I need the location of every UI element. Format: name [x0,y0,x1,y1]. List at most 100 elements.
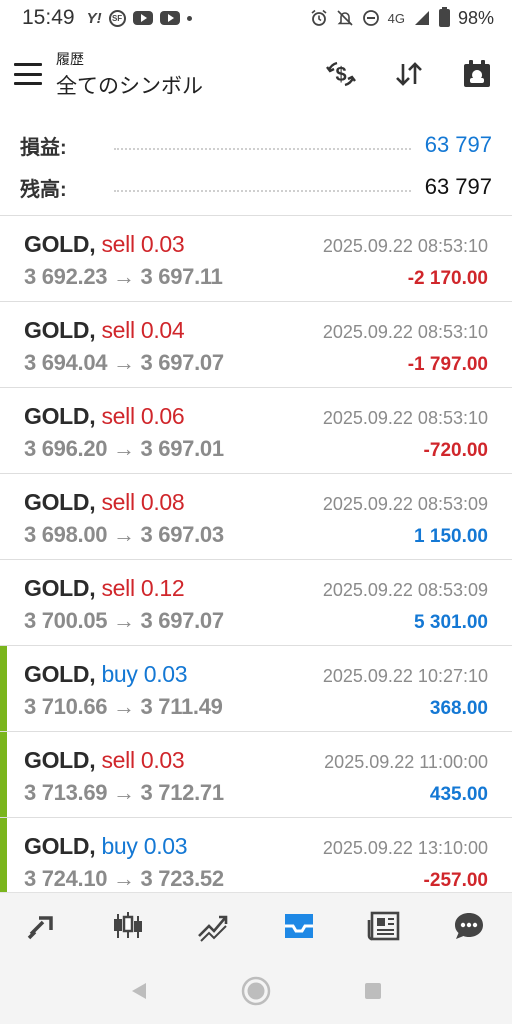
network-label: 4G [387,10,405,26]
menu-icon[interactable] [14,63,42,85]
trade-symbol: GOLD, [24,575,96,601]
trade-title: GOLD, sell 0.06 [24,403,185,430]
trade-prices: 3 696.20 → 3 697.01 [24,436,224,461]
alarm-icon [310,9,328,27]
system-navigation [0,958,512,1024]
trade-prices: 3 710.66 → 3 711.49 [24,694,223,719]
trade-side: sell 0.03 [101,231,185,257]
trade-title: GOLD, buy 0.03 [24,661,188,688]
trade-title: GOLD, sell 0.04 [24,317,185,344]
trade-row[interactable]: GOLD, sell 0.04 3 694.04 → 3 697.07 2025… [0,301,512,387]
youtube-icon [132,11,153,25]
trade-side: buy 0.03 [101,833,188,859]
trade-datetime: 2025.09.22 08:53:10 [322,322,488,342]
trade-side: sell 0.04 [101,317,185,343]
trade-datetime: 2025.09.22 08:53:10 [322,408,488,428]
trade-prices: 3 694.04 → 3 697.07 [24,350,224,375]
quotes-icon[interactable] [21,904,65,948]
back-icon[interactable] [119,971,159,1011]
trade-side: sell 0.08 [101,489,185,515]
trade-datetime: 2025.09.22 08:53:09 [322,580,488,600]
app-bar: 履歴 全てのシンボル $ [0,36,512,112]
history-icon[interactable] [277,904,321,948]
recents-icon[interactable] [353,971,393,1011]
messages-icon[interactable] [447,904,491,948]
account-summary: 損益: 63 797 残高: 63 797 [0,124,512,208]
trade-icon[interactable] [191,904,235,948]
trade-title: GOLD, sell 0.03 [24,231,185,258]
trade-prices: 3 700.05 → 3 697.07 [24,608,224,633]
trade-row[interactable]: GOLD, sell 0.03 3 692.23 → 3 697.11 2025… [0,215,512,301]
profit-value: 63 797 [424,132,492,157]
profit-label: 損益: [20,136,67,159]
trade-side: sell 0.12 [101,575,185,601]
trade-profit: -2 170.00 [407,268,488,289]
trade-prices: 3 692.23 → 3 697.11 [24,264,223,289]
trade-datetime: 2025.09.22 08:53:10 [322,236,488,256]
trade-row[interactable]: GOLD, sell 0.06 3 696.20 → 3 697.01 2025… [0,387,512,473]
balance-label: 残高: [20,178,67,201]
trade-symbol: GOLD, [24,231,96,257]
trade-profit: 435.00 [429,784,488,805]
trade-side: buy 0.03 [101,661,188,687]
trade-title: GOLD, sell 0.03 [24,747,185,774]
dotted-leader [114,148,411,150]
trade-symbol: GOLD, [24,403,96,429]
bottom-navigation [0,892,512,958]
dotted-leader [114,190,411,192]
sf-icon: SF [108,9,126,27]
youtube-icon [159,11,180,25]
trade-title: GOLD, sell 0.12 [24,575,185,602]
news-icon[interactable] [362,904,406,948]
battery-icon [438,7,450,27]
trade-profit: -257.00 [423,870,488,891]
balance-row: 残高: 63 797 [0,166,512,208]
trade-row[interactable]: GOLD, buy 0.03 3 724.10 → 3 723.52 2025.… [0,817,512,903]
trade-title: GOLD, sell 0.08 [24,489,185,516]
svg-text:$: $ [335,64,346,86]
trade-row[interactable]: GOLD, sell 0.03 3 713.69 → 3 712.71 2025… [0,731,512,817]
sort-icon[interactable] [392,57,426,91]
trade-datetime: 2025.09.22 10:27:10 [322,666,488,686]
trade-symbol: GOLD, [24,661,96,687]
trade-history-list[interactable]: GOLD, sell 0.03 3 692.23 → 3 697.11 2025… [0,215,512,903]
trade-side: sell 0.03 [101,747,185,773]
trade-datetime: 2025.09.22 11:00:00 [324,752,488,772]
trade-prices: 3 724.10 → 3 723.52 [24,866,224,891]
dnd-icon [362,9,380,27]
title-block: 履歴 全てのシンボル [56,49,203,100]
balance-value: 63 797 [424,174,492,199]
trade-symbol: GOLD, [24,317,96,343]
home-icon[interactable] [236,971,276,1011]
trade-profit: 368.00 [429,698,488,719]
trade-symbol: GOLD, [24,747,96,773]
trade-datetime: 2025.09.22 13:10:00 [322,838,488,858]
trade-prices: 3 698.00 → 3 697.03 [24,522,224,547]
battery-label: 98% [457,7,494,28]
trade-row[interactable]: GOLD, sell 0.08 3 698.00 → 3 697.03 2025… [0,473,512,559]
trade-symbol: GOLD, [24,489,96,515]
signal-icon [413,9,431,27]
status-time: 15:49 [22,6,75,29]
mute-icon [336,9,354,27]
chart-icon[interactable] [106,904,150,948]
calendar-icon[interactable] [460,57,494,91]
yahoo-icon: Y! [86,9,102,27]
page-title[interactable]: 全てのシンボル [56,70,203,100]
dot-icon [186,15,192,21]
currency-exchange-icon[interactable]: $ [324,57,358,91]
profit-row: 損益: 63 797 [0,124,512,166]
trade-profit: 5 301.00 [414,612,488,633]
page-subtitle: 履歴 [56,50,84,67]
trade-row[interactable]: GOLD, buy 0.03 3 710.66 → 3 711.49 2025.… [0,645,512,731]
trade-title: GOLD, buy 0.03 [24,833,188,860]
trade-profit: -720.00 [423,440,488,461]
trade-row[interactable]: GOLD, sell 0.12 3 700.05 → 3 697.07 2025… [0,559,512,645]
trade-side: sell 0.06 [101,403,185,429]
trade-profit: -1 797.00 [407,354,488,375]
trade-profit: 1 150.00 [414,526,488,547]
trade-datetime: 2025.09.22 08:53:09 [322,494,488,514]
trade-prices: 3 713.69 → 3 712.71 [24,780,224,805]
trade-symbol: GOLD, [24,833,96,859]
status-bar: 15:49 Y! SF 4G 98% [0,0,512,36]
